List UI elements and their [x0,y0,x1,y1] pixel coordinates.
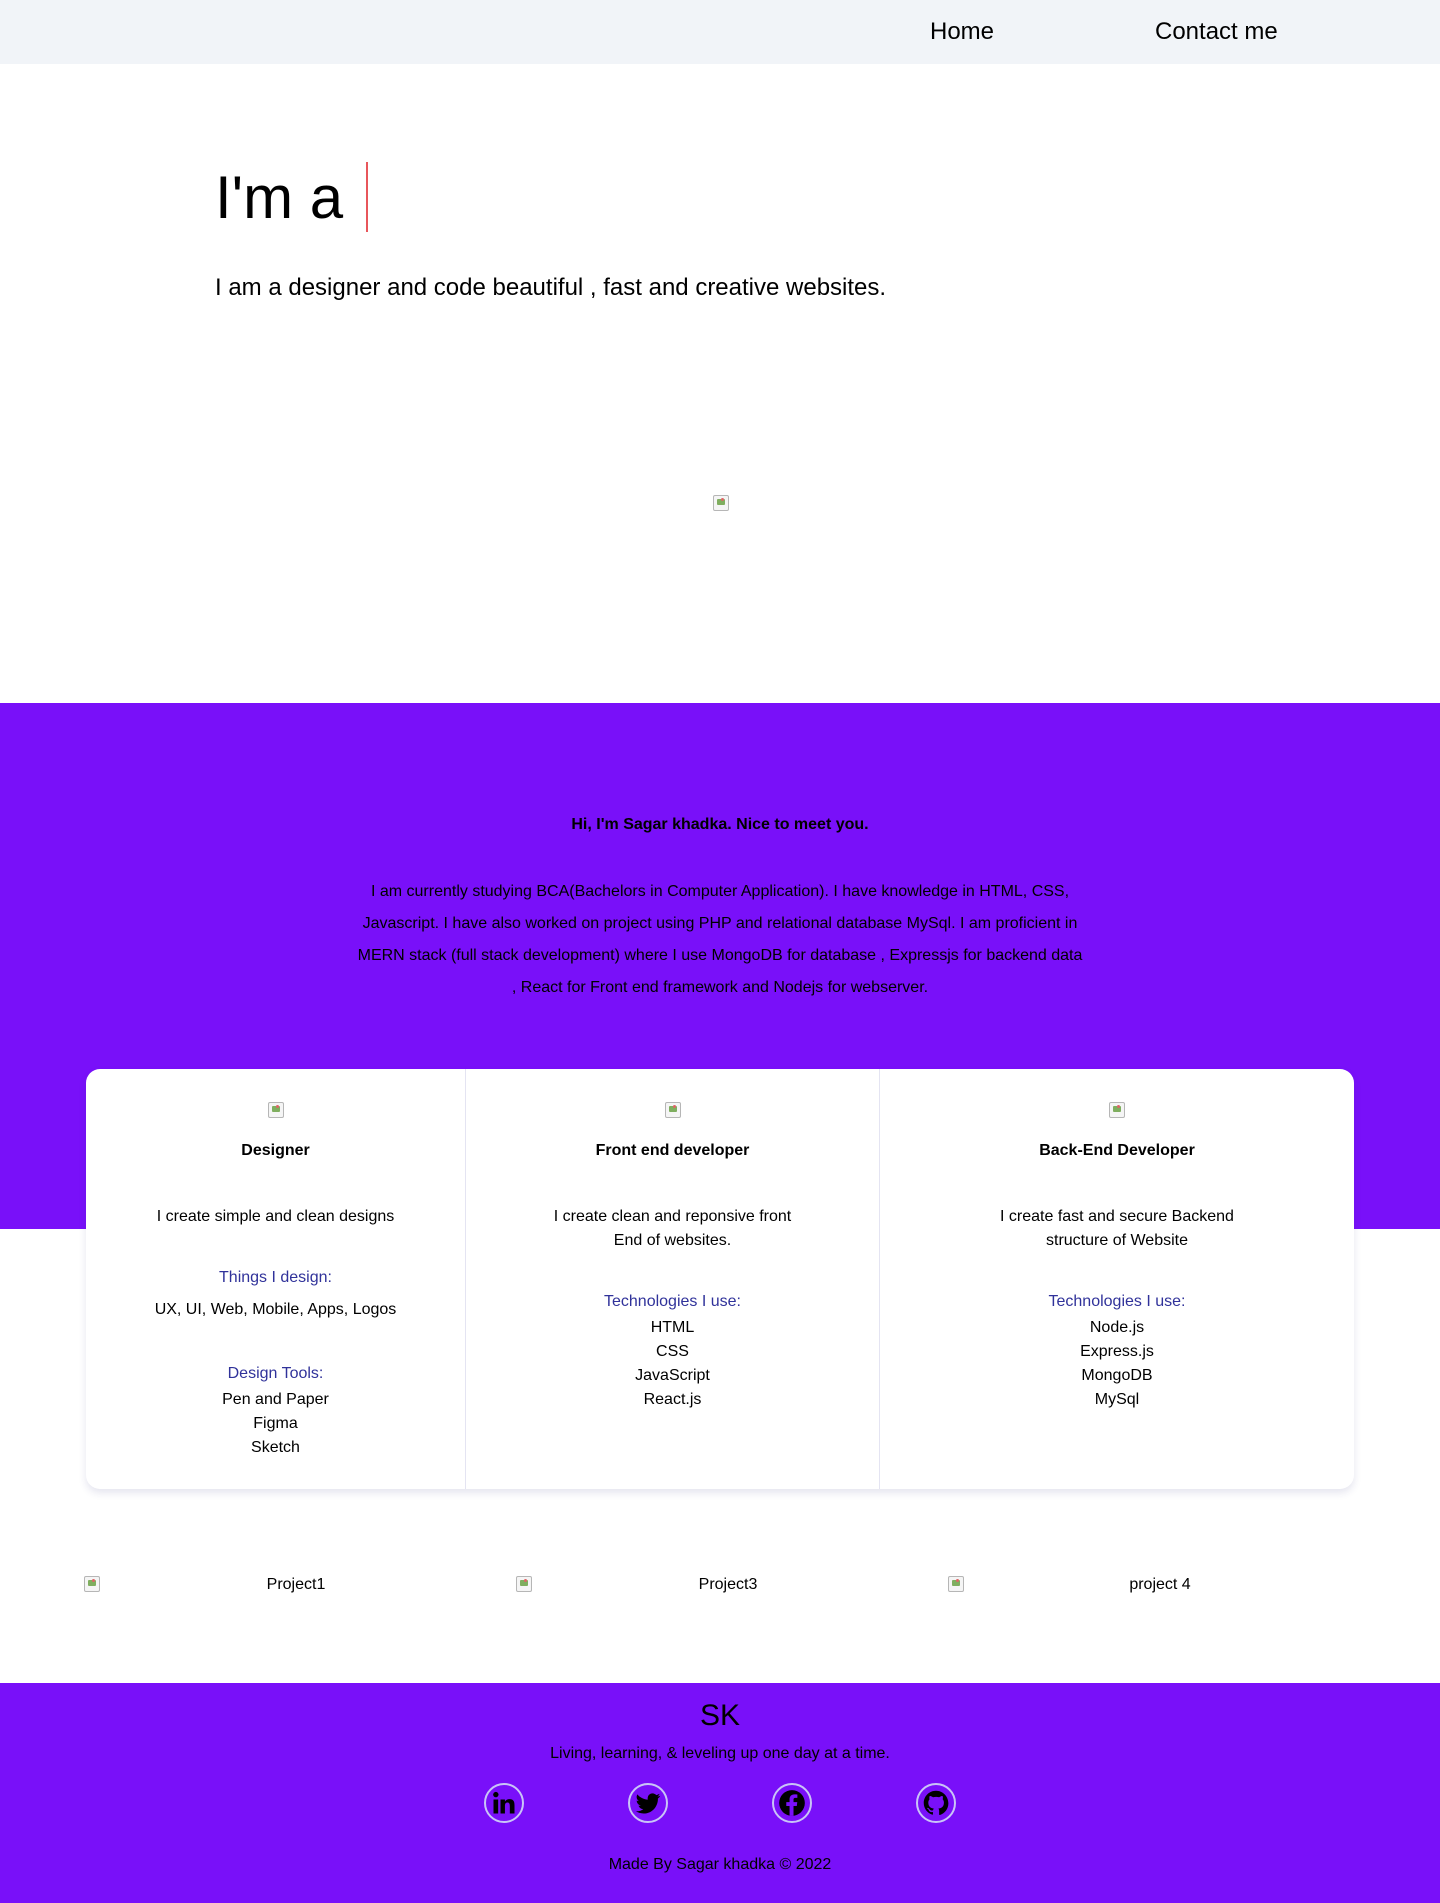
project-card-3[interactable]: project 4 [948,1576,1372,1600]
project-label: Project1 [266,1576,326,1593]
skill-description: I create simple and clean designs [156,1208,395,1225]
top-nav: Home Contact me [0,0,1440,64]
list-item: React.js [643,1391,702,1408]
frontend-broken-image-icon [664,1102,681,1118]
typing-caret [366,162,368,232]
backend-broken-image-icon [1109,1102,1125,1118]
facebook-link[interactable] [772,1783,812,1823]
skill-heading: Design Tools: [227,1365,324,1382]
github-icon [923,1790,949,1816]
skill-heading: Technologies I use: [1048,1293,1186,1310]
nav-home-link[interactable]: Home [930,18,994,46]
about-text: I am currently studying BCA(Bachelors in… [357,883,1083,996]
footer-logo: SK [699,1699,741,1732]
hero-broken-image-icon [713,495,729,511]
skill-heading: Technologies I use: [604,1293,741,1310]
list-item: MySql [1094,1391,1140,1408]
linkedin-icon [493,1791,515,1814]
list-item: Figma [253,1415,298,1432]
project-label: Project3 [698,1576,758,1593]
hero-title: I'm a [215,164,344,231]
skill-title: Designer [241,1142,310,1159]
about-greeting: Hi, I'm Sagar khadka. Nice to meet you. [571,816,869,833]
project-card-1[interactable]: Project1 [84,1576,508,1600]
skill-column-backend: Back-End Developer I create fast and sec… [880,1069,1354,1489]
list-item: HTML [650,1319,695,1336]
skill-description: I create fast and secure Backend structu… [1000,1208,1234,1249]
list-item: Pen and Paper [222,1391,329,1408]
project-card-2[interactable]: Project3 [516,1576,940,1600]
nav-contact-link[interactable]: Contact me [1155,18,1278,46]
hero-subtitle: I am a designer and code beautiful , fas… [215,274,887,301]
footer-tagline: Living, learning, & leveling up one day … [550,1745,890,1762]
list-item: Node.js [1089,1319,1145,1336]
skill-heading: Things I design: [219,1269,332,1286]
github-link[interactable] [916,1783,956,1823]
skill-title: Front end developer [595,1142,750,1159]
twitter-link[interactable] [628,1783,668,1823]
skill-description: I create clean and reponsive front End o… [553,1208,792,1249]
designer-broken-image-icon [267,1102,284,1118]
project-label: project 4 [1129,1576,1191,1593]
linkedin-link[interactable] [484,1783,524,1823]
twitter-icon [635,1793,661,1814]
list-item: Express.js [1080,1343,1154,1360]
list-item: CSS [656,1343,689,1360]
facebook-icon [779,1790,805,1816]
list-item: Sketch [251,1439,300,1456]
skill-title: Back-End Developer [1039,1142,1195,1159]
skill-column-designer: Designer I create simple and clean desig… [86,1069,466,1489]
list-item: JavaScript [635,1367,710,1384]
list-item: MongoDB [1081,1367,1153,1384]
skills-card: Designer I create simple and clean desig… [86,1069,1354,1489]
copyright-text: Made By Sagar khadka © 2022 [608,1856,832,1873]
skill-column-frontend: Front end developer I create clean and r… [466,1069,880,1489]
skill-things: UX, UI, Web, Mobile, Apps, Logos [154,1301,397,1318]
